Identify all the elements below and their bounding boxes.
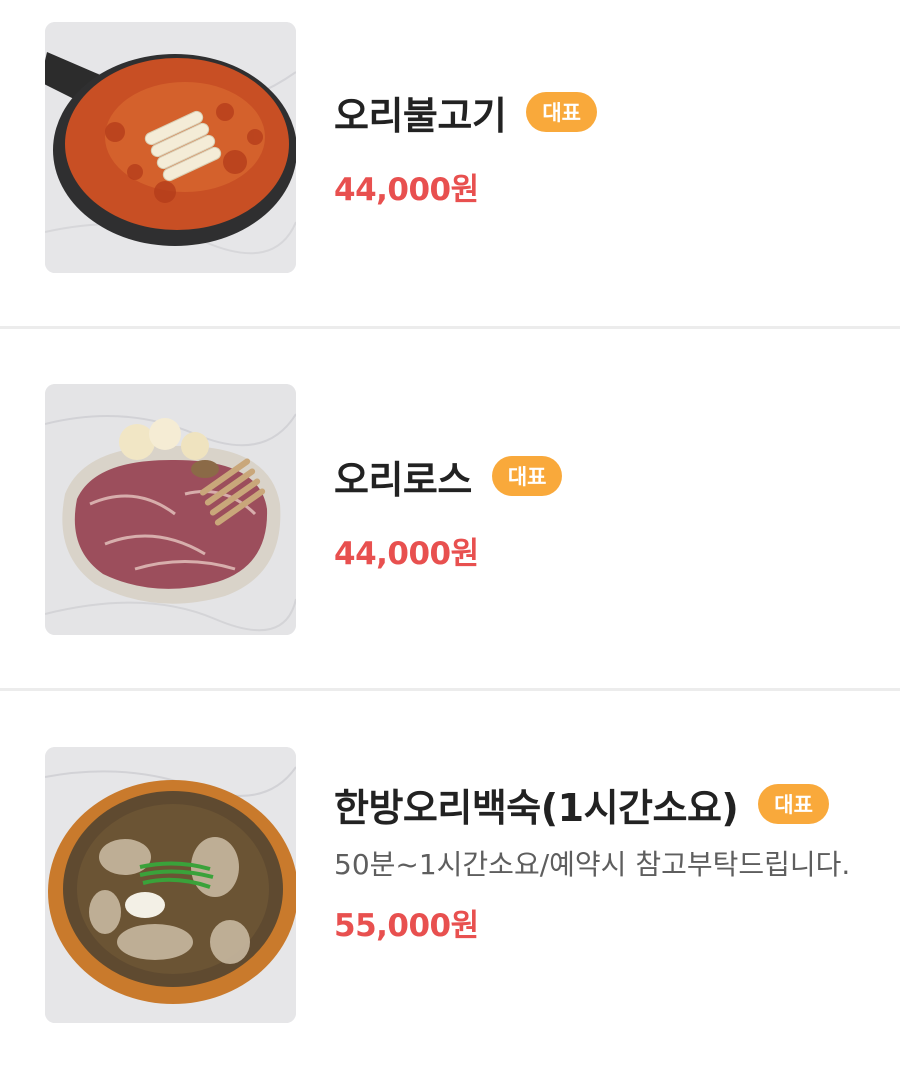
menu-name: 한방오리백숙(1시간소요)	[334, 785, 739, 830]
menu-price: 55,000원	[334, 908, 479, 944]
name-row: 한방오리백숙(1시간소요) 대표	[334, 776, 870, 832]
signature-badge: 대표	[526, 92, 597, 132]
duck-bulgogi-image[interactable]	[45, 22, 296, 273]
menu-name: 오리로스	[334, 457, 472, 502]
name-row: 오리로스 대표	[334, 448, 870, 504]
herbal-duck-soup-image[interactable]	[45, 747, 296, 1023]
menu-price: 44,000원	[334, 536, 479, 572]
menu-list: 오리불고기 대표 44,000원 오리로스 대표 44,000원 한방오리백숙(…	[0, 0, 900, 1065]
signature-badge: 대표	[758, 784, 829, 824]
duck-bulgogi-photo-icon	[45, 22, 296, 273]
duck-roast-photo-icon	[45, 384, 296, 635]
menu-price: 44,000원	[334, 172, 479, 208]
signature-badge: 대표	[491, 456, 563, 496]
menu-item[interactable]: 오리불고기 대표 44,000원	[0, 0, 900, 328]
menu-description: 50분~1시간소요/예약시 참고부탁드립니다.	[334, 848, 851, 881]
menu-name: 오리불고기	[334, 93, 507, 138]
menu-item[interactable]: 오리로스 대표 44,000원	[0, 328, 900, 690]
menu-info: 오리불고기 대표 44,000원	[334, 84, 870, 209]
menu-info: 한방오리백숙(1시간소요) 대표 50분~1시간소요/예약시 참고부탁드립니다.…	[334, 776, 870, 945]
duck-roast-image[interactable]	[45, 384, 296, 635]
herbal-duck-soup-photo-icon	[45, 747, 296, 1023]
menu-item[interactable]: 한방오리백숙(1시간소요) 대표 50분~1시간소요/예약시 참고부탁드립니다.…	[0, 690, 900, 1065]
name-row: 오리불고기 대표	[334, 84, 870, 140]
menu-info: 오리로스 대표 44,000원	[334, 448, 870, 573]
